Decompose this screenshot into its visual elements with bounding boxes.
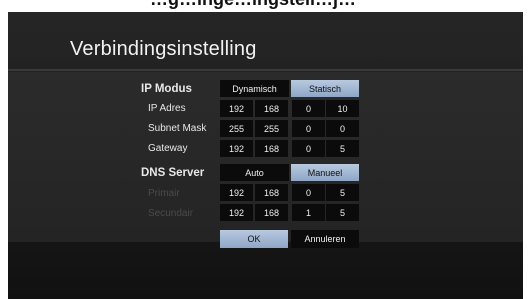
gateway-octet-3[interactable]: 0 — [292, 140, 325, 157]
primary-dns-octet-3[interactable]: 0 — [292, 184, 325, 201]
title-divider — [8, 69, 523, 71]
top-cropped-text: …g…inge…ingstell…j… — [150, 0, 356, 10]
secondary-dns-octet-4[interactable]: 5 — [326, 204, 359, 221]
top-cropped-header: …g…inge…ingstell…j… — [0, 0, 531, 10]
ok-button[interactable]: OK — [220, 230, 288, 248]
dns-manual-button[interactable]: Manueel — [291, 164, 359, 181]
secondary-dns-octet-3[interactable]: 1 — [292, 204, 325, 221]
gateway-octet-1[interactable]: 192 — [220, 140, 253, 157]
ip-address-octet-4[interactable]: 10 — [326, 100, 359, 117]
ip-address-label: IP Adres — [148, 103, 186, 114]
subnet-mask-octet-3[interactable]: 0 — [292, 120, 325, 137]
dns-server-label: DNS Server — [141, 167, 205, 179]
subnet-mask-octet-1[interactable]: 255 — [220, 120, 253, 137]
secondary-dns-octet-1[interactable]: 192 — [220, 204, 253, 221]
ip-mode-static-button[interactable]: Statisch — [291, 80, 359, 97]
settings-screen: Verbindingsinstelling IP Modus Dynamisch… — [8, 12, 523, 299]
gateway-octet-2[interactable]: 168 — [255, 140, 288, 157]
subnet-mask-label: Subnet Mask — [148, 123, 207, 134]
ip-address-octet-3[interactable]: 0 — [292, 100, 325, 117]
primary-dns-octet-2[interactable]: 168 — [255, 184, 288, 201]
subnet-mask-octet-2[interactable]: 255 — [255, 120, 288, 137]
gateway-label: Gateway — [148, 143, 188, 154]
subnet-mask-octet-4[interactable]: 0 — [326, 120, 359, 137]
dns-auto-button[interactable]: Auto — [220, 164, 289, 181]
primary-dns-label: Primair — [148, 188, 180, 199]
ip-address-octet-1[interactable]: 192 — [220, 100, 253, 117]
cancel-button[interactable]: Annuleren — [291, 230, 359, 248]
page-title: Verbindingsinstelling — [70, 38, 257, 60]
ip-mode-dynamic-button[interactable]: Dynamisch — [220, 80, 289, 97]
ip-mode-label: IP Modus — [141, 83, 192, 95]
primary-dns-octet-1[interactable]: 192 — [220, 184, 253, 201]
secondary-dns-label: Secundair — [148, 208, 194, 219]
primary-dns-octet-4[interactable]: 5 — [326, 184, 359, 201]
ip-address-octet-2[interactable]: 168 — [255, 100, 288, 117]
secondary-dns-octet-2[interactable]: 168 — [255, 204, 288, 221]
gateway-octet-4[interactable]: 5 — [326, 140, 359, 157]
